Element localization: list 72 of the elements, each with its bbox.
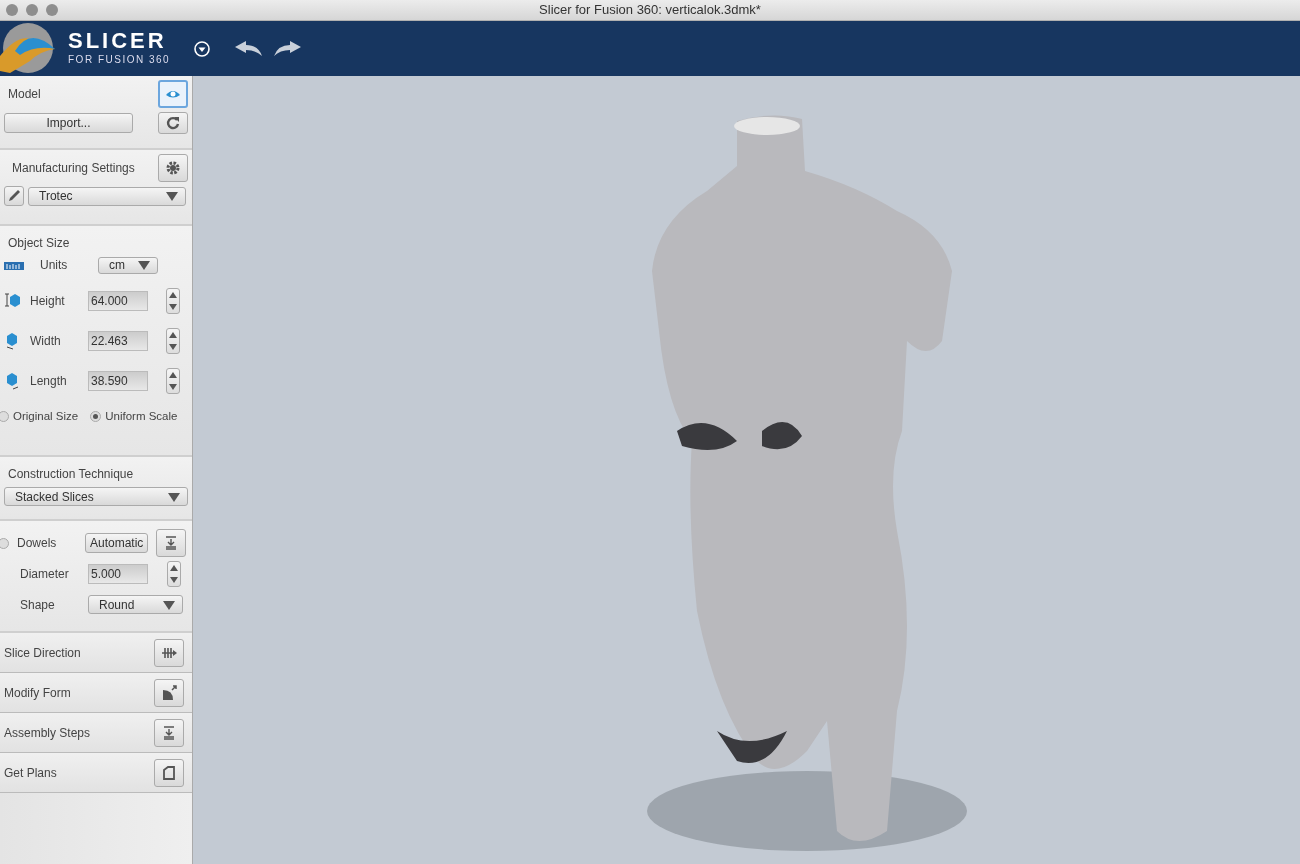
step-button[interactable]	[154, 638, 184, 667]
undo-icon[interactable]	[234, 39, 265, 58]
option-label: Original Size	[13, 409, 79, 424]
step-label: Modify Form	[4, 684, 71, 702]
logo-subtitle: FOR FUSION 360	[68, 53, 171, 67]
field-label: Units	[40, 257, 69, 274]
close-window-icon[interactable]	[6, 4, 18, 16]
zoom-window-icon[interactable]	[46, 4, 58, 16]
up-arrow-icon[interactable]	[169, 332, 177, 338]
dowels-checkbox[interactable]	[0, 537, 9, 549]
units-icon	[4, 260, 24, 270]
step-icon	[161, 724, 177, 741]
caret-icon	[167, 490, 181, 503]
number-field[interactable]: 5.000	[88, 564, 148, 584]
section-label: Model	[8, 86, 41, 103]
machine-dropdown[interactable]: Trotec	[28, 186, 186, 206]
step-label: Slice Direction	[4, 644, 81, 662]
stepper-button[interactable]	[167, 561, 181, 587]
caret-icon	[165, 190, 179, 202]
radio-button[interactable]	[90, 411, 102, 423]
field-label: Height	[30, 293, 66, 310]
step-button[interactable]	[154, 678, 184, 707]
import-button[interactable]: Import...	[4, 113, 133, 133]
section-label: Construction Technique	[7, 466, 135, 483]
step-button[interactable]	[154, 718, 184, 747]
window-title: Slicer for Fusion 360: verticalok.3dmk*	[539, 1, 761, 19]
dropdown-icon[interactable]	[194, 40, 211, 57]
section-label: Object Size	[7, 235, 71, 252]
down-arrow-icon[interactable]	[169, 344, 177, 350]
shape-dropdown[interactable]: Round	[88, 595, 183, 614]
step-label: Get Plans	[4, 764, 57, 782]
caret-icon	[137, 259, 151, 271]
down-arrow-icon[interactable]	[170, 577, 178, 583]
section-label: Manufacturing Settings	[12, 160, 135, 177]
settings-icon	[165, 160, 181, 176]
minimize-window-icon[interactable]	[26, 4, 38, 16]
field-label: Diameter	[20, 566, 70, 583]
stepper-button[interactable]	[166, 328, 180, 354]
step-button[interactable]	[154, 758, 184, 787]
up-arrow-icon[interactable]	[169, 292, 177, 298]
number-field[interactable]: 64.000	[88, 291, 148, 311]
option-label: Uniform Scale	[105, 409, 178, 424]
up-arrow-icon[interactable]	[170, 565, 178, 571]
units-dropdown[interactable]: cm	[98, 256, 158, 274]
field-label: Dowels	[17, 535, 58, 552]
dimension-icon	[4, 292, 22, 310]
logo-title: SLICER	[68, 30, 168, 52]
field-label: Length	[30, 373, 68, 390]
redo-icon[interactable]	[272, 39, 303, 58]
number-field[interactable]: 38.590	[88, 371, 148, 391]
refresh-icon	[165, 115, 181, 131]
assembly-button[interactable]	[156, 529, 187, 557]
field-label: Shape	[20, 596, 56, 614]
radio-button[interactable]	[0, 411, 9, 423]
up-arrow-icon[interactable]	[169, 372, 177, 378]
down-arrow-icon[interactable]	[169, 304, 177, 310]
technique-dropdown[interactable]: Stacked Slices	[4, 487, 188, 506]
caret-icon	[162, 598, 176, 611]
stepper-button[interactable]	[166, 288, 180, 314]
field-label: Width	[30, 333, 62, 350]
view-toggle-button[interactable]	[158, 80, 188, 108]
edit-button[interactable]	[4, 186, 24, 206]
down-arrow-icon[interactable]	[169, 384, 177, 390]
edit-icon	[6, 188, 22, 204]
step-label: Assembly Steps	[4, 724, 91, 742]
automatic-button[interactable]: Automatic	[85, 533, 149, 553]
refresh-button[interactable]	[158, 112, 188, 134]
step-icon	[161, 684, 177, 701]
number-field[interactable]: 22.463	[88, 331, 148, 351]
stepper-button[interactable]	[166, 368, 180, 394]
step-icon	[161, 764, 177, 781]
settings-button[interactable]	[158, 154, 188, 182]
